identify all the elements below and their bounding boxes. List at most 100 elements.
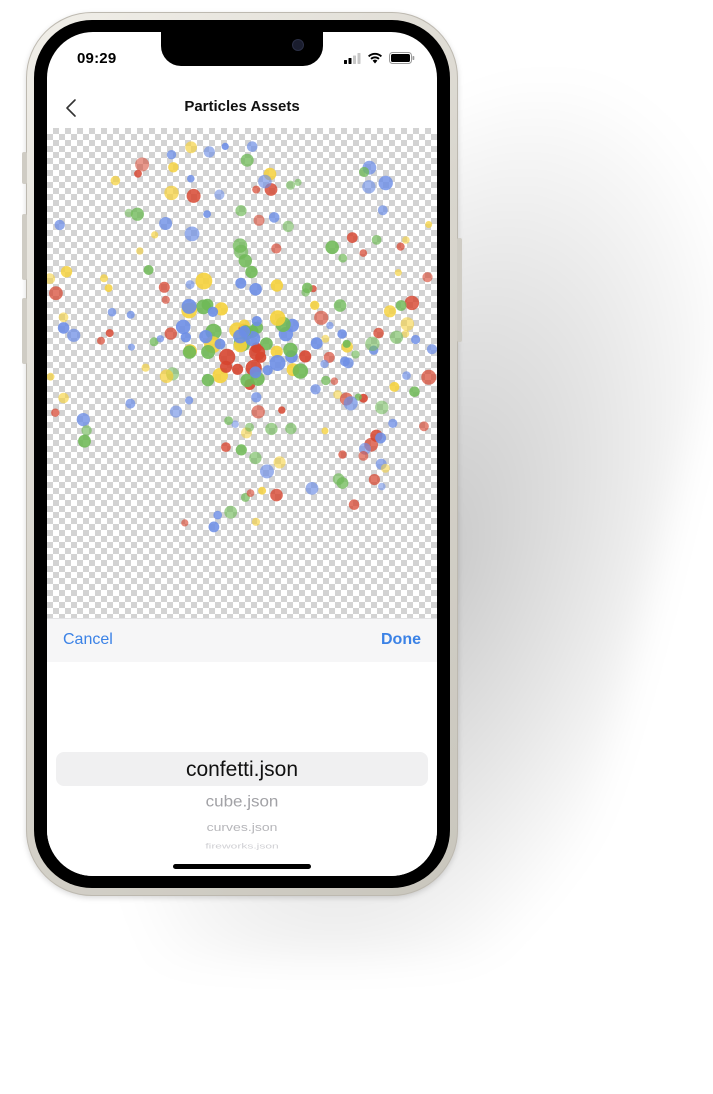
confetti-particle (260, 464, 274, 479)
confetti-particle (235, 444, 247, 456)
confetti-particle (326, 321, 334, 330)
confetti-particle (389, 330, 404, 344)
confetti-particle (249, 366, 262, 379)
picker-option[interactable]: cube.json (47, 793, 437, 811)
confetti-particle (252, 185, 261, 194)
confetti-particle (314, 310, 329, 325)
status-icons (344, 52, 415, 64)
confetti-particle (283, 342, 298, 358)
confetti-particle (299, 350, 312, 363)
confetti-particle (375, 400, 389, 415)
confetti-particle (388, 418, 398, 428)
confetti-particle (164, 327, 177, 340)
confetti-particle (375, 432, 387, 444)
confetti-particle (60, 266, 73, 278)
confetti-particle (161, 295, 170, 304)
cancel-button[interactable]: Cancel (63, 631, 113, 649)
confetti-particle (342, 339, 351, 348)
confetti-particle (235, 205, 247, 217)
confetti-particle (143, 265, 154, 275)
done-button[interactable]: Done (381, 631, 421, 649)
picker-option[interactable]: fireworks.json (47, 842, 437, 851)
confetti-particle (411, 334, 421, 345)
confetti-particle (201, 373, 215, 387)
confetti-particle (214, 189, 225, 200)
asset-picker-wheel[interactable]: confetti.json cube.json curves.json fire… (47, 662, 437, 876)
confetti-particle (389, 381, 400, 392)
confetti-particle (245, 422, 254, 432)
confetti-particle (365, 336, 380, 351)
confetti-particle (224, 416, 234, 425)
confetti-particle (97, 336, 105, 345)
confetti-particle (251, 405, 265, 419)
confetti-particle (338, 253, 348, 263)
confetti-particle (141, 363, 150, 372)
confetti-particle (358, 451, 369, 461)
confetti-particle (245, 265, 258, 279)
confetti-particle (377, 205, 388, 216)
confetti-particle (373, 327, 384, 339)
confetti-particle (213, 510, 222, 520)
confetti-particle (220, 360, 233, 373)
confetti-particle (207, 306, 219, 317)
confetti-particle (166, 150, 177, 160)
confetti-particle (394, 269, 402, 277)
confetti-particle (346, 232, 358, 243)
confetti-particle (246, 489, 255, 497)
picker-option[interactable]: curves.json (47, 820, 437, 833)
confetti-particle (380, 463, 390, 473)
confetti-particle (343, 396, 358, 411)
confetti-particle (340, 356, 350, 367)
picker-option-selected[interactable]: confetti.json (47, 758, 437, 782)
confetti-particle (320, 359, 329, 369)
confetti-particle (232, 363, 244, 375)
confetti-particle (402, 371, 411, 380)
confetti-particle (292, 363, 309, 379)
front-camera (293, 40, 303, 50)
confetti-particle (294, 178, 302, 186)
confetti-particle (278, 406, 286, 414)
confetti-particle (338, 450, 347, 459)
confetti-particle (57, 322, 70, 334)
confetti-particle (107, 307, 117, 317)
confetti-particle (203, 210, 212, 218)
confetti-particle (58, 312, 69, 323)
confetti-particle (348, 499, 360, 511)
confetti-particle (158, 281, 170, 293)
confetti-particle (214, 338, 226, 350)
confetti-particle (321, 375, 331, 386)
confetti-particle (305, 482, 319, 495)
confetti-particle (383, 305, 397, 318)
confetti-particle (181, 519, 189, 527)
status-time: 09:29 (77, 50, 117, 67)
confetti-particle (135, 157, 150, 172)
confetti-particle (336, 477, 349, 489)
confetti-particle (47, 273, 56, 285)
confetti-particle (262, 365, 273, 376)
confetti-particle (273, 456, 286, 469)
confetti-particle (268, 212, 280, 223)
confetti-particle (246, 141, 258, 152)
confetti-particle (270, 488, 283, 502)
confetti-particle (134, 169, 142, 178)
confetti-particle (368, 474, 380, 486)
confetti-particle (47, 372, 55, 381)
confetti-particle (156, 335, 165, 343)
confetti-particle (169, 405, 183, 418)
confetti-particle (321, 334, 330, 343)
confetti-particle (76, 413, 90, 427)
confetti-particle (400, 317, 415, 331)
confetti-particle (269, 310, 286, 326)
confetti-particle (395, 300, 407, 311)
notch (161, 32, 323, 66)
confetti-particle (159, 217, 173, 230)
confetti-particle (58, 392, 69, 404)
confetti-particle (337, 329, 347, 339)
confetti-particle (49, 286, 63, 301)
confetti-particle (409, 386, 420, 398)
confetti-particle (221, 442, 231, 452)
confetti-particles (47, 141, 437, 533)
confetti-particle (126, 310, 135, 319)
confetti-particle (425, 221, 433, 228)
confetti-particle (208, 521, 220, 533)
